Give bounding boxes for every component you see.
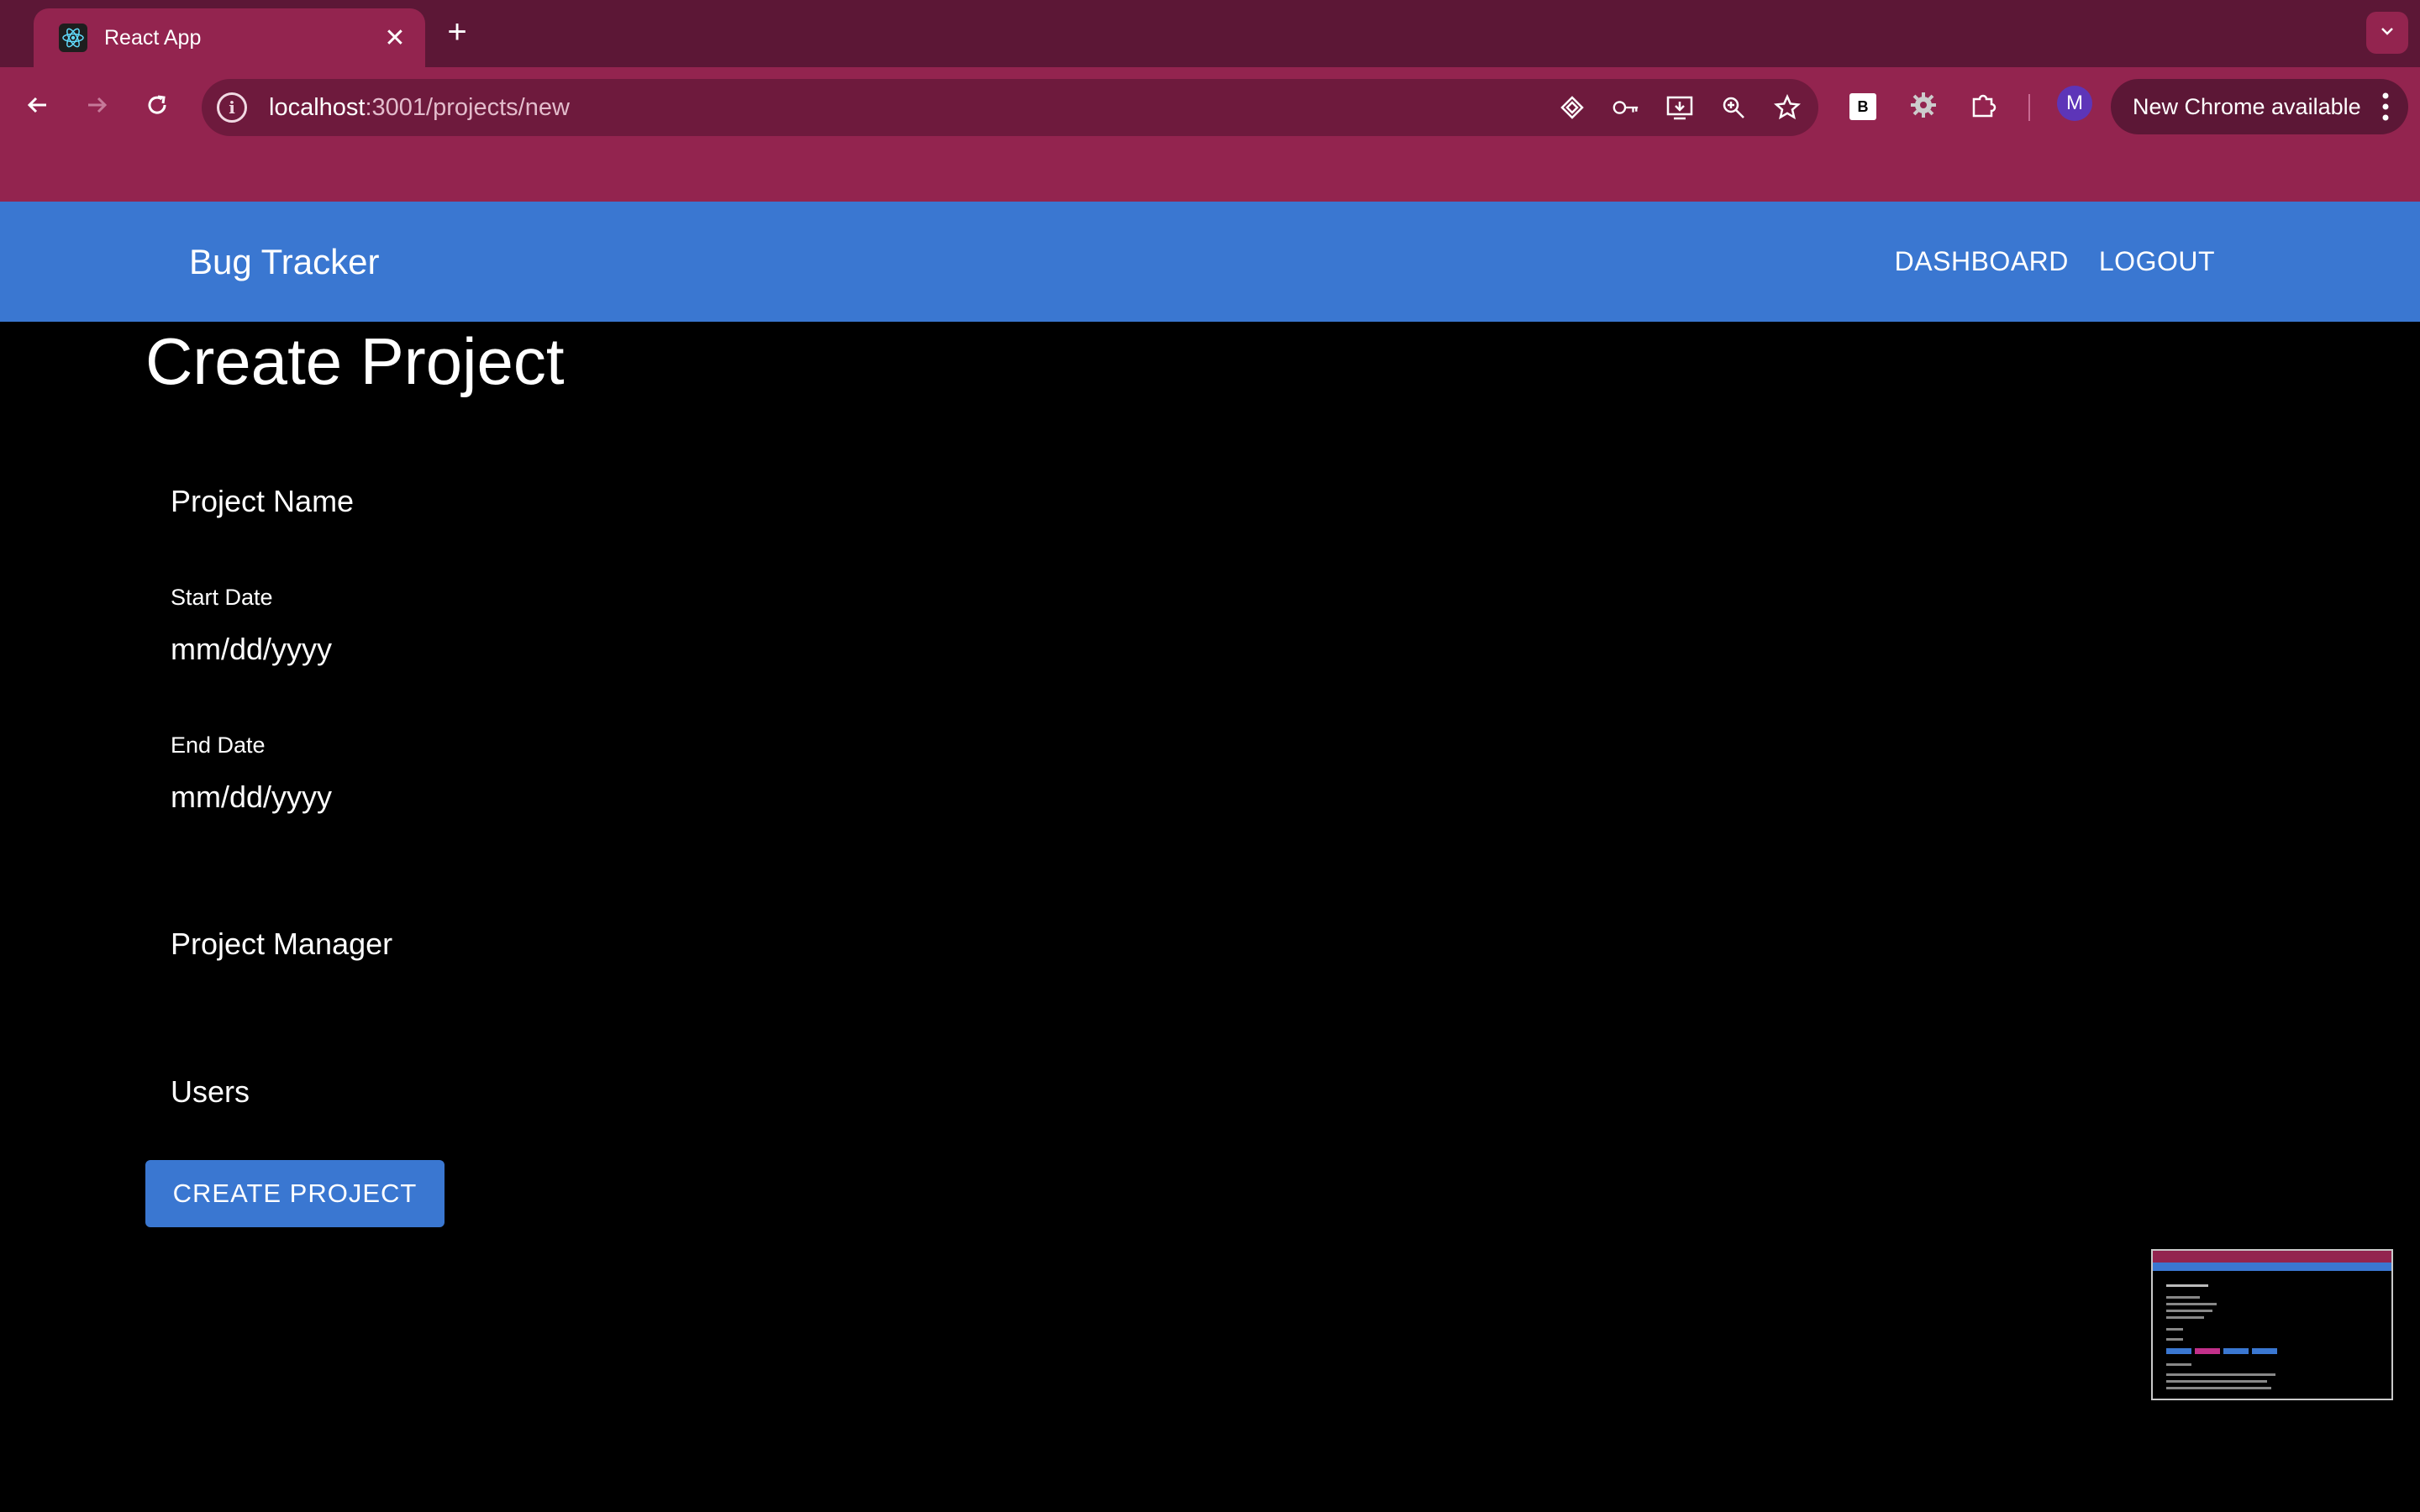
end-date-input[interactable] xyxy=(171,780,675,815)
screenshot-thumbnail[interactable] xyxy=(2151,1249,2393,1400)
create-project-button[interactable]: CREATE PROJECT xyxy=(145,1160,445,1227)
extension-gear-button[interactable] xyxy=(1902,86,1944,128)
gear-icon xyxy=(1909,91,1938,123)
tab-search-button[interactable] xyxy=(2366,12,2408,54)
toolbar-divider xyxy=(2028,94,2030,121)
forward-button[interactable] xyxy=(76,86,118,128)
thumbnail-line xyxy=(2166,1373,2275,1376)
react-logo-icon xyxy=(59,24,87,52)
nav-dashboard-link[interactable]: DASHBOARD xyxy=(1895,246,2069,277)
users-select[interactable]: Users xyxy=(171,1074,250,1110)
thumbnail-line xyxy=(2166,1284,2208,1287)
end-date-label: End Date xyxy=(171,732,266,758)
project-manager-select[interactable]: Project Manager xyxy=(171,927,392,962)
update-chrome-button[interactable]: New Chrome available xyxy=(2111,79,2408,134)
install-app-icon[interactable] xyxy=(1665,93,1694,122)
arrow-left-icon xyxy=(25,92,50,122)
start-date-input[interactable] xyxy=(171,632,675,667)
extensions-button[interactable] xyxy=(1963,86,2005,128)
thumbnail-button xyxy=(2223,1348,2249,1354)
puzzle-icon xyxy=(1970,91,1998,123)
nav-logout-link[interactable]: LOGOUT xyxy=(2099,246,2215,277)
more-vert-icon xyxy=(2381,91,2390,129)
new-tab-button[interactable]: + xyxy=(437,13,477,54)
browser-tabstrip: React App ✕ + xyxy=(0,0,2420,67)
start-date-label: Start Date xyxy=(171,585,273,610)
app-brand[interactable]: Bug Tracker xyxy=(189,242,379,282)
site-info-icon[interactable]: i xyxy=(217,92,247,123)
page-title: Create Project xyxy=(145,324,565,398)
thumbnail-browser-bar xyxy=(2153,1251,2391,1263)
thumbnail-app-bar xyxy=(2153,1263,2391,1271)
lens-icon[interactable] xyxy=(1558,93,1586,122)
thumbnail-line xyxy=(2166,1296,2200,1299)
chevron-down-icon xyxy=(2378,22,2396,45)
project-name-field[interactable]: Project Name xyxy=(171,484,354,519)
extension-b-icon: B xyxy=(1849,93,1876,120)
thumbnail-button xyxy=(2252,1348,2277,1354)
address-bar[interactable]: i localhost:3001/projects/new xyxy=(202,79,1818,136)
reload-button[interactable] xyxy=(136,86,178,128)
thumbnail-line xyxy=(2166,1338,2183,1341)
url-text[interactable]: localhost:3001/projects/new xyxy=(269,94,570,122)
thumbnail-line xyxy=(2166,1328,2183,1331)
bookmark-star-icon[interactable] xyxy=(1773,93,1802,122)
thumbnail-line xyxy=(2166,1363,2191,1366)
thumbnail-button xyxy=(2166,1348,2191,1354)
profile-avatar[interactable]: M xyxy=(2057,86,2092,121)
thumbnail-line xyxy=(2166,1380,2267,1383)
app-nav: DASHBOARD LOGOUT xyxy=(1895,246,2215,277)
tab-title: React App xyxy=(104,25,202,50)
app-header: Bug Tracker DASHBOARD LOGOUT xyxy=(0,202,2420,322)
arrow-right-icon xyxy=(84,92,109,122)
thumbnail-line xyxy=(2166,1310,2212,1312)
zoom-icon[interactable] xyxy=(1719,93,1748,122)
thumbnail-line xyxy=(2166,1316,2204,1319)
extension-b-button[interactable]: B xyxy=(1842,86,1884,128)
browser-tab[interactable]: React App ✕ xyxy=(34,8,425,67)
thumbnail-line xyxy=(2166,1303,2217,1305)
reload-icon xyxy=(145,92,170,122)
key-icon[interactable] xyxy=(1612,93,1640,122)
update-label: New Chrome available xyxy=(2133,93,2361,119)
thumbnail-button xyxy=(2195,1348,2220,1354)
thumbnail-line xyxy=(2166,1387,2271,1389)
back-button[interactable] xyxy=(17,86,59,128)
browser-toolbar: i localhost:3001/projects/new B xyxy=(0,67,2420,202)
tab-close-icon[interactable]: ✕ xyxy=(378,24,412,53)
